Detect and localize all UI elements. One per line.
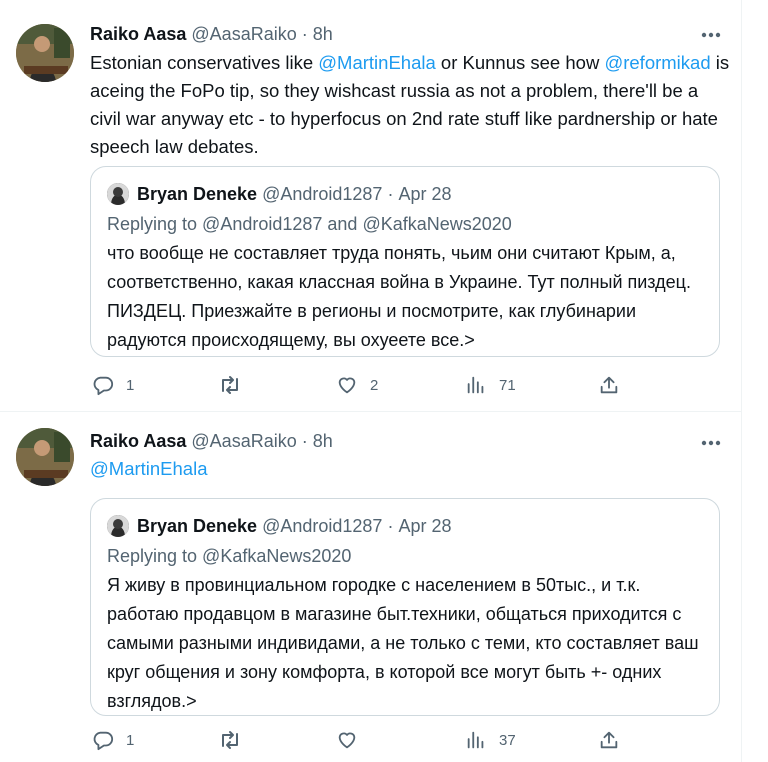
author-name[interactable]: Raiko Aasa (90, 431, 186, 451)
share-button[interactable] (598, 371, 620, 399)
quoted-tweet[interactable]: Bryan Deneke @Android1287 · Apr 28 Reply… (90, 498, 720, 716)
share-icon (598, 374, 620, 396)
quote-header: Bryan Deneke @Android1287 · Apr 28 (107, 181, 452, 207)
quote-author-handle: @Android1287 (262, 184, 383, 204)
quote-header: Bryan Deneke @Android1287 · Apr 28 (107, 513, 452, 539)
timeline-border (741, 0, 742, 762)
views-button[interactable]: 71 (465, 371, 516, 399)
quote-date: Apr 28 (398, 184, 452, 204)
mention-link[interactable]: @MartinEhala (90, 458, 208, 479)
view-count: 71 (499, 376, 516, 394)
reply-icon (92, 729, 114, 751)
view-count: 37 (499, 731, 516, 749)
quote-date: Apr 28 (398, 516, 452, 536)
tweet-header: Raiko Aasa @AasaRaiko · 8h (90, 429, 333, 453)
mention-link[interactable]: @MartinEhala (318, 52, 436, 73)
share-icon (598, 729, 620, 751)
views-button[interactable]: 37 (465, 726, 516, 754)
quote-avatar (107, 515, 129, 537)
quote-author-handle: @Android1287 (262, 516, 383, 536)
retweet-icon (218, 729, 242, 751)
share-button[interactable] (598, 726, 620, 754)
separator: · (301, 431, 308, 451)
text-segment: Estonian conservatives like (90, 52, 319, 73)
tweet[interactable]: Raiko Aasa @AasaRaiko · 8h @MartinEhala … (0, 412, 741, 762)
quote-avatar (107, 183, 129, 205)
views-icon (465, 729, 487, 751)
quote-author-name: Bryan Deneke (137, 516, 258, 536)
tweet-text: @MartinEhala (90, 455, 730, 483)
reply-count: 1 (126, 731, 135, 749)
retweet-button[interactable] (218, 371, 254, 399)
author-name[interactable]: Raiko Aasa (90, 24, 186, 44)
avatar[interactable] (16, 24, 74, 82)
tweet[interactable]: Raiko Aasa @AasaRaiko · 8h Estonian cons… (0, 0, 741, 411)
reply-button[interactable]: 1 (92, 726, 134, 754)
action-bar: 1 37 (0, 726, 741, 754)
tweet-header: Raiko Aasa @AasaRaiko · 8h (90, 22, 333, 46)
timestamp[interactable]: 8h (313, 431, 333, 451)
replying-to: Replying to @KafkaNews2020 (107, 546, 352, 566)
quote-author-name: Bryan Deneke (137, 184, 258, 204)
reply-count: 1 (126, 376, 135, 394)
like-icon (336, 729, 358, 751)
tweet-text: Estonian conservatives like @MartinEhala… (90, 49, 730, 161)
more-icon[interactable] (700, 432, 722, 454)
reply-button[interactable]: 1 (92, 371, 134, 399)
like-button[interactable]: 2 (336, 371, 378, 399)
retweet-icon (218, 374, 242, 396)
action-bar: 1 2 71 (0, 371, 741, 399)
separator: · (387, 184, 394, 204)
retweet-button[interactable] (218, 726, 254, 754)
quoted-tweet[interactable]: Bryan Deneke @Android1287 · Apr 28 Reply… (90, 166, 720, 357)
separator: · (387, 516, 394, 536)
like-button[interactable] (336, 726, 370, 754)
like-count: 2 (370, 376, 379, 394)
quote-text: что вообще не составляет труда понять, ч… (107, 243, 691, 350)
mention-link[interactable]: @reformikad (604, 52, 710, 73)
replying-to: Replying to @Android1287 and @KafkaNews2… (107, 214, 512, 234)
timestamp[interactable]: 8h (313, 24, 333, 44)
author-handle[interactable]: @AasaRaiko (191, 431, 296, 451)
text-segment: or Kunnus see how (435, 52, 605, 73)
views-icon (465, 374, 487, 396)
reply-icon (92, 374, 114, 396)
like-icon (336, 374, 358, 396)
author-handle[interactable]: @AasaRaiko (191, 24, 296, 44)
quote-text: Я живу в провинциальном городке с населе… (107, 575, 699, 711)
more-icon[interactable] (700, 24, 722, 46)
separator: · (301, 24, 308, 44)
avatar[interactable] (16, 428, 74, 486)
